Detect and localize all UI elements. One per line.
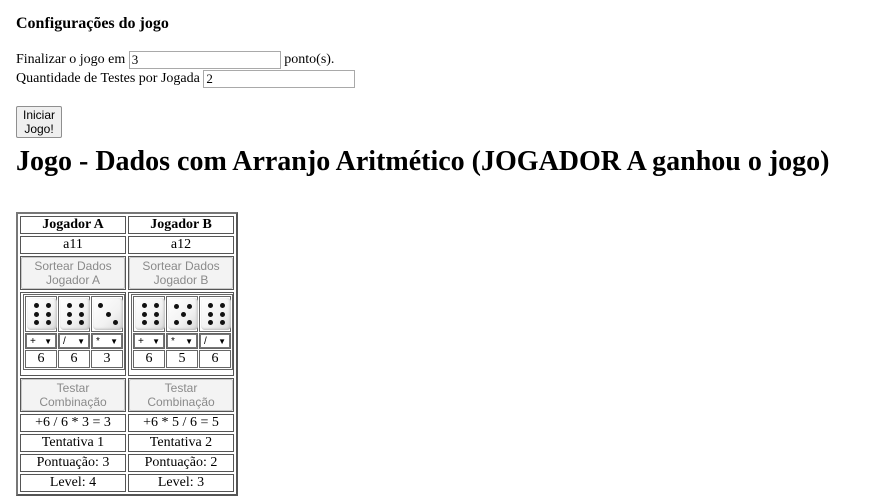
tests-per-play-input[interactable] xyxy=(203,70,356,88)
player-b-attempt: Tentativa 2 xyxy=(128,434,234,452)
player-b-dice-panel: + ▼ * ▼ / ▼ 6 5 6 xyxy=(128,292,234,376)
game-table: Jogador A Jogador B a11 a12 Sortear Dado… xyxy=(16,212,238,496)
chevron-down-icon: ▼ xyxy=(185,337,193,346)
operator-value: + xyxy=(30,336,36,347)
die-face-icon xyxy=(167,297,198,331)
operator-value: / xyxy=(63,336,66,347)
start-game-button[interactable]: Iniciar Jogo! xyxy=(16,106,63,138)
player-b-name: a12 xyxy=(128,236,234,254)
page-title: Jogo - Dados com Arranjo Aritmético (JOG… xyxy=(16,146,830,177)
operator-value: * xyxy=(171,336,175,347)
tests-row: Quantidade de Testes por Jogada xyxy=(16,70,356,88)
die-face-icon xyxy=(26,297,57,331)
die-value-b-1: 6 xyxy=(133,350,165,368)
player-a-dice-panel: + ▼ / ▼ * ▼ 6 6 3 xyxy=(20,292,126,376)
die-face-icon xyxy=(200,297,231,331)
player-a-dice-table: + ▼ / ▼ * ▼ 6 6 3 xyxy=(23,294,125,370)
operator-value: + xyxy=(138,336,144,347)
player-a-level: Level: 4 xyxy=(20,474,126,492)
test-combination-a-button[interactable]: Testar Combinação xyxy=(21,379,125,411)
operator-select-a-1[interactable]: + ▼ xyxy=(26,334,56,348)
chevron-down-icon: ▼ xyxy=(44,337,52,346)
die-value-a-1: 6 xyxy=(25,350,57,368)
finish-suffix: ponto(s). xyxy=(284,52,335,68)
operator-select-a-3[interactable]: * ▼ xyxy=(92,334,122,348)
die-face-icon xyxy=(59,297,90,331)
chevron-down-icon: ▼ xyxy=(77,337,85,346)
die-face-icon xyxy=(134,297,165,331)
die-value-a-3: 3 xyxy=(91,350,123,368)
player-b-score: Pontuação: 2 xyxy=(128,454,234,472)
player-b-header: Jogador B xyxy=(128,216,234,234)
die-value-b-3: 6 xyxy=(199,350,231,368)
operator-select-b-3[interactable]: / ▼ xyxy=(200,334,230,348)
player-a-score: Pontuação: 3 xyxy=(20,454,126,472)
finish-points-input[interactable] xyxy=(128,51,281,69)
die-face-icon xyxy=(92,297,123,331)
tests-label: Quantidade de Testes por Jogada xyxy=(16,71,200,87)
operator-select-a-2[interactable]: / ▼ xyxy=(59,334,89,348)
operator-value: / xyxy=(204,336,207,347)
config-heading: Configurações do jogo xyxy=(16,15,169,32)
finish-label: Finalizar o jogo em xyxy=(16,52,126,68)
operator-select-b-2[interactable]: * ▼ xyxy=(167,334,197,348)
operator-value: * xyxy=(96,336,100,347)
roll-dice-b-button[interactable]: Sortear Dados Jogador B xyxy=(129,257,233,289)
test-combination-b-button[interactable]: Testar Combinação xyxy=(129,379,233,411)
player-a-header: Jogador A xyxy=(20,216,126,234)
player-a-name: a11 xyxy=(20,236,126,254)
finish-row: Finalizar o jogo em ponto(s). xyxy=(16,51,334,69)
chevron-down-icon: ▼ xyxy=(152,337,160,346)
player-a-attempt: Tentativa 1 xyxy=(20,434,126,452)
die-value-a-2: 6 xyxy=(58,350,90,368)
chevron-down-icon: ▼ xyxy=(218,337,226,346)
operator-select-b-1[interactable]: + ▼ xyxy=(134,334,164,348)
player-b-dice-table: + ▼ * ▼ / ▼ 6 5 6 xyxy=(131,294,233,370)
player-b-level: Level: 3 xyxy=(128,474,234,492)
player-a-expression: +6 / 6 * 3 = 3 xyxy=(20,414,126,432)
roll-dice-a-button[interactable]: Sortear Dados Jogador A xyxy=(21,257,125,289)
player-b-expression: +6 * 5 / 6 = 5 xyxy=(128,414,234,432)
die-value-b-2: 5 xyxy=(166,350,198,368)
chevron-down-icon: ▼ xyxy=(110,337,118,346)
